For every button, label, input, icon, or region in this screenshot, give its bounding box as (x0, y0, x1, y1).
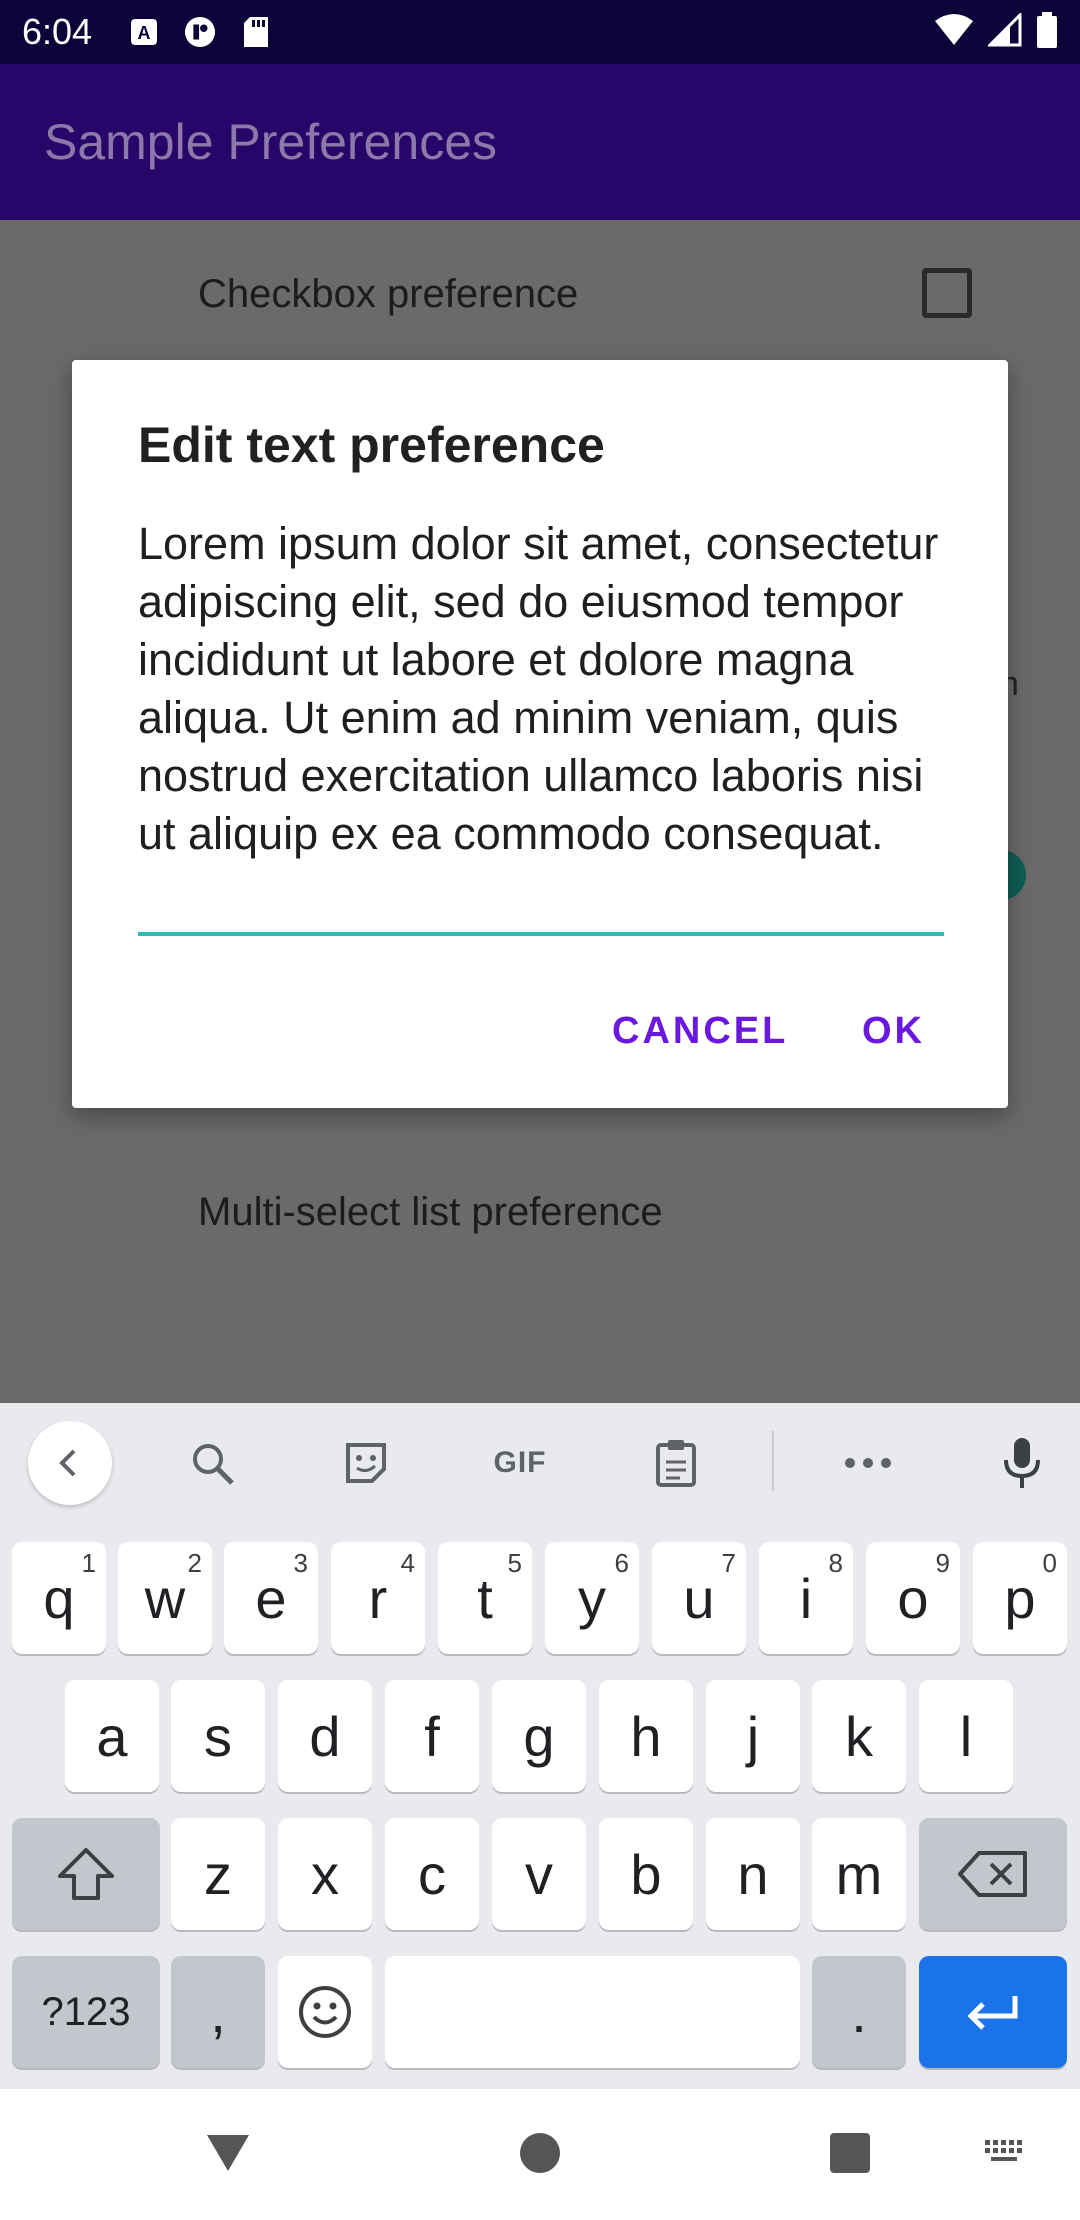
key-x[interactable]: x (278, 1818, 372, 1930)
emoji-key[interactable] (278, 1956, 372, 2068)
status-bar: 6:04 A (0, 0, 1080, 64)
soft-keyboard: GIF q1 w2 e3 r4 t5 y6 u7 i8 o9 p0 a s d … (0, 1403, 1080, 2089)
navigation-bar (0, 2089, 1080, 2220)
recents-square-icon[interactable] (818, 2121, 882, 2185)
key-label: p (1004, 1566, 1036, 1630)
enter-icon (967, 1996, 1018, 2030)
key-r[interactable]: r4 (331, 1542, 425, 1654)
sticker-icon[interactable] (324, 1421, 408, 1505)
comma-key[interactable]: , (171, 1956, 265, 2068)
key-c[interactable]: c (385, 1818, 479, 1930)
key-m[interactable]: m (812, 1818, 906, 1930)
key-hint: 1 (81, 1548, 96, 1578)
key-hint: 4 (400, 1548, 415, 1578)
toolbar-separator (772, 1431, 774, 1491)
gif-label: GIF (493, 1446, 547, 1479)
key-label: t (477, 1566, 493, 1630)
back-triangle-icon[interactable] (196, 2121, 260, 2185)
key-s[interactable]: s (171, 1680, 265, 1792)
wifi-icon (934, 13, 974, 52)
key-label: u (683, 1566, 715, 1630)
key-label: w (144, 1566, 186, 1630)
key-label: o (897, 1566, 929, 1630)
app-bar: Sample Preferences (0, 64, 1080, 220)
edit-text-field[interactable]: Lorem ipsum dolor sit amet, consectetur … (138, 515, 944, 925)
search-icon[interactable] (170, 1421, 254, 1505)
key-f[interactable]: f (385, 1680, 479, 1792)
shift-key[interactable] (12, 1818, 160, 1930)
clipboard-icon[interactable] (634, 1421, 718, 1505)
ok-button[interactable]: OK (862, 1010, 925, 1053)
key-b[interactable]: b (599, 1818, 693, 1930)
key-n[interactable]: n (706, 1818, 800, 1930)
key-hint: 0 (1042, 1548, 1057, 1578)
edit-text-underline (138, 932, 944, 936)
svg-text:A: A (138, 23, 151, 43)
key-hint: 7 (721, 1548, 736, 1578)
app-title: Sample Preferences (44, 114, 498, 170)
key-q[interactable]: q1 (12, 1542, 106, 1654)
key-a[interactable]: a (65, 1680, 159, 1792)
key-e[interactable]: e3 (224, 1542, 318, 1654)
checkbox-preference-label: Checkbox preference (198, 272, 579, 316)
app-badge-icon (184, 16, 216, 48)
status-time: 6:04 (22, 11, 93, 52)
enter-key[interactable] (919, 1956, 1067, 2068)
cell-signal-icon (986, 10, 1022, 52)
key-y[interactable]: y6 (545, 1542, 639, 1654)
key-h[interactable]: h (599, 1680, 693, 1792)
key-label: i (799, 1566, 813, 1630)
key-hint: 5 (507, 1548, 522, 1578)
key-label: r (368, 1566, 388, 1630)
mic-icon[interactable] (980, 1421, 1064, 1505)
symbols-key[interactable]: ?123 (12, 1956, 160, 2068)
period-key[interactable]: . (812, 1956, 906, 2068)
key-d[interactable]: d (278, 1680, 372, 1792)
key-o[interactable]: o9 (866, 1542, 960, 1654)
key-hint: 2 (187, 1548, 202, 1578)
key-g[interactable]: g (492, 1680, 586, 1792)
keyboard-toolbar: GIF (0, 1403, 1080, 1523)
more-icon[interactable] (826, 1421, 910, 1505)
key-label: e (255, 1566, 287, 1630)
key-u[interactable]: u7 (652, 1542, 746, 1654)
home-circle-icon[interactable] (508, 2121, 572, 2185)
key-t[interactable]: t5 (438, 1542, 532, 1654)
key-l[interactable]: l (919, 1680, 1013, 1792)
key-hint: 6 (614, 1548, 629, 1578)
multiselect-preference-label: Multi-select list preference (198, 1190, 663, 1234)
checkbox-preference-checkbox (922, 268, 972, 318)
battery-icon (1036, 11, 1058, 53)
key-label: y (578, 1566, 606, 1630)
key-j[interactable]: j (706, 1680, 800, 1792)
gif-icon[interactable]: GIF (478, 1421, 562, 1505)
edit-text-dialog: Edit text preference Lorem ipsum dolor s… (72, 360, 1008, 1108)
key-k[interactable]: k (812, 1680, 906, 1792)
key-z[interactable]: z (171, 1818, 265, 1930)
key-label: q (43, 1566, 75, 1630)
key-w[interactable]: w2 (118, 1542, 212, 1654)
back-icon[interactable] (28, 1421, 112, 1505)
space-key[interactable] (385, 1956, 800, 2068)
key-hint: 8 (828, 1548, 843, 1578)
key-i[interactable]: i8 (759, 1542, 853, 1654)
emoji-icon (299, 1986, 351, 2038)
key-hint: 3 (293, 1548, 308, 1578)
dialog-title: Edit text preference (138, 417, 605, 473)
shift-icon (58, 1848, 114, 1900)
keyboard-switch-icon[interactable] (974, 2121, 1038, 2185)
key-v[interactable]: v (492, 1818, 586, 1930)
cancel-button[interactable]: CANCEL (612, 1010, 788, 1053)
backspace-icon (958, 1851, 1027, 1897)
backspace-key[interactable] (919, 1818, 1067, 1930)
key-hint: 9 (935, 1548, 950, 1578)
sd-card-icon (240, 16, 272, 48)
text-a-icon: A (128, 16, 160, 48)
key-p[interactable]: p0 (973, 1542, 1067, 1654)
